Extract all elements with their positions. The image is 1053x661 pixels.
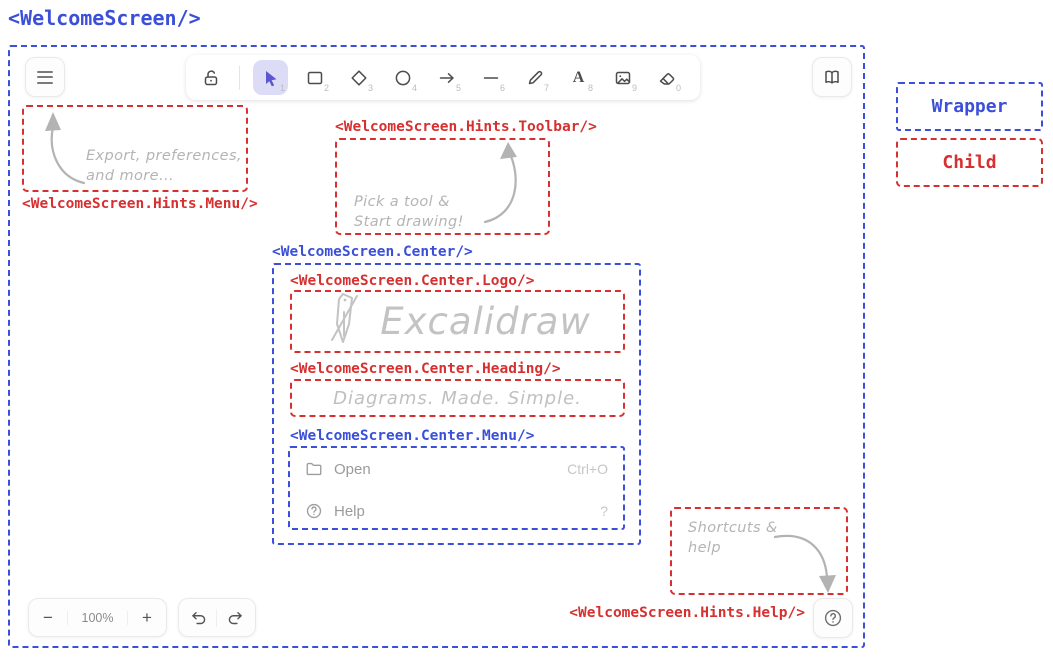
undo-button[interactable]	[179, 609, 217, 627]
hamburger-icon	[37, 71, 53, 84]
menu-item-help-shortcut: ?	[600, 503, 608, 519]
tool-shortcut: 9	[632, 83, 637, 93]
excalidraw-logo-text: Excalidraw	[380, 300, 590, 343]
help-circle-icon	[305, 502, 323, 520]
tool-shortcut: 4	[412, 83, 417, 93]
zoom-level[interactable]: 100%	[67, 611, 128, 625]
menu-item-help[interactable]: Help ?	[305, 502, 608, 520]
tool-shortcut: 3	[368, 83, 373, 93]
tool-shortcut: 0	[676, 83, 681, 93]
hint-arrow-to-toolbar	[467, 140, 547, 232]
redo-button[interactable]	[217, 609, 255, 627]
toolbar-divider	[239, 66, 240, 90]
center-logo-box: Excalidraw	[290, 290, 625, 353]
menu-item-help-label: Help	[334, 503, 365, 520]
hints-help-label: <WelcomeScreen.Hints.Help/>	[553, 605, 805, 621]
redo-icon	[227, 609, 245, 627]
center-menu-box: Open Ctrl+O Help ?	[288, 446, 625, 530]
tool-shortcut: 7	[544, 83, 549, 93]
library-button[interactable]	[812, 57, 852, 97]
arrow-icon	[437, 68, 457, 88]
tool-shortcut: 5	[456, 83, 461, 93]
legend-child-box: Child	[896, 138, 1043, 187]
diamond-icon	[349, 68, 369, 88]
question-circle-icon	[823, 608, 843, 628]
hints-toolbar-box: Pick a tool & Start drawing!	[335, 138, 550, 235]
legend-child-label: Child	[942, 152, 996, 173]
text-tool-icon: A	[573, 69, 585, 87]
menu-item-open[interactable]: Open Ctrl+O	[305, 460, 608, 478]
lock-tool-button[interactable]	[196, 60, 226, 95]
hamburger-menu-button[interactable]	[25, 57, 65, 97]
center-logo-label: <WelcomeScreen.Center.Logo/>	[290, 273, 534, 289]
center-label: <WelcomeScreen.Center/>	[272, 244, 473, 260]
hints-help-box: Shortcuts & help	[670, 507, 848, 595]
center-heading-box: Diagrams. Made. Simple.	[290, 379, 625, 417]
menu-item-open-shortcut: Ctrl+O	[567, 461, 608, 477]
tool-rectangle[interactable]: 2	[297, 60, 332, 95]
undo-icon	[189, 609, 207, 627]
rectangle-icon	[305, 68, 325, 88]
tool-shortcut: 8	[588, 83, 593, 93]
toolbar-hint-text: Pick a tool & Start drawing!	[354, 193, 464, 232]
tool-line[interactable]: 6	[473, 60, 508, 95]
tool-draw[interactable]: 7	[517, 60, 552, 95]
ellipse-icon	[393, 68, 413, 88]
image-icon	[613, 68, 633, 88]
tool-image[interactable]: 9	[605, 60, 640, 95]
book-icon	[822, 67, 842, 87]
toolbar: 1 2 3 4 5 6 7	[186, 55, 700, 100]
hints-toolbar-label: <WelcomeScreen.Hints.Toolbar/>	[335, 119, 597, 135]
hints-menu-label: <WelcomeScreen.Hints.Menu/>	[22, 196, 258, 212]
tool-text[interactable]: A 8	[561, 60, 596, 95]
welcomescreen-root-label: <WelcomeScreen/>	[8, 6, 201, 30]
center-menu-label: <WelcomeScreen.Center.Menu/>	[290, 428, 534, 444]
tool-shortcut: 6	[500, 83, 505, 93]
tool-shortcut: 2	[324, 83, 329, 93]
help-button[interactable]	[813, 598, 853, 638]
tool-eraser[interactable]: 0	[649, 60, 684, 95]
legend-wrapper-label: Wrapper	[932, 96, 1008, 117]
folder-icon	[305, 460, 323, 478]
selection-cursor-icon	[261, 68, 281, 88]
tool-diamond[interactable]: 3	[341, 60, 376, 95]
hint-arrow-to-help	[767, 523, 847, 597]
pencil-icon	[525, 68, 545, 88]
excalidraw-logo-icon	[324, 290, 366, 353]
tool-shortcut: 1	[280, 83, 285, 93]
line-icon	[481, 68, 501, 88]
zoom-out-button[interactable]: −	[29, 608, 67, 628]
help-hint-text: Shortcuts & help	[688, 519, 778, 558]
undo-redo-control	[178, 598, 256, 637]
zoom-in-button[interactable]: +	[128, 608, 166, 628]
menu-item-open-label: Open	[334, 461, 371, 478]
excalidraw-logo: Excalidraw	[292, 292, 623, 351]
eraser-icon	[657, 68, 677, 88]
legend-wrapper-box: Wrapper	[896, 82, 1043, 131]
tool-ellipse[interactable]: 4	[385, 60, 420, 95]
hints-menu-box: Export, preferences, and more...	[22, 105, 248, 192]
center-heading-text: Diagrams. Made. Simple.	[292, 381, 623, 415]
menu-hint-text: Export, preferences, and more...	[86, 147, 242, 186]
tool-arrow[interactable]: 5	[429, 60, 464, 95]
tool-selection[interactable]: 1	[253, 60, 288, 95]
zoom-control: − 100% +	[28, 598, 167, 637]
center-heading-label: <WelcomeScreen.Center.Heading/>	[290, 361, 561, 377]
unlock-icon	[201, 68, 221, 88]
